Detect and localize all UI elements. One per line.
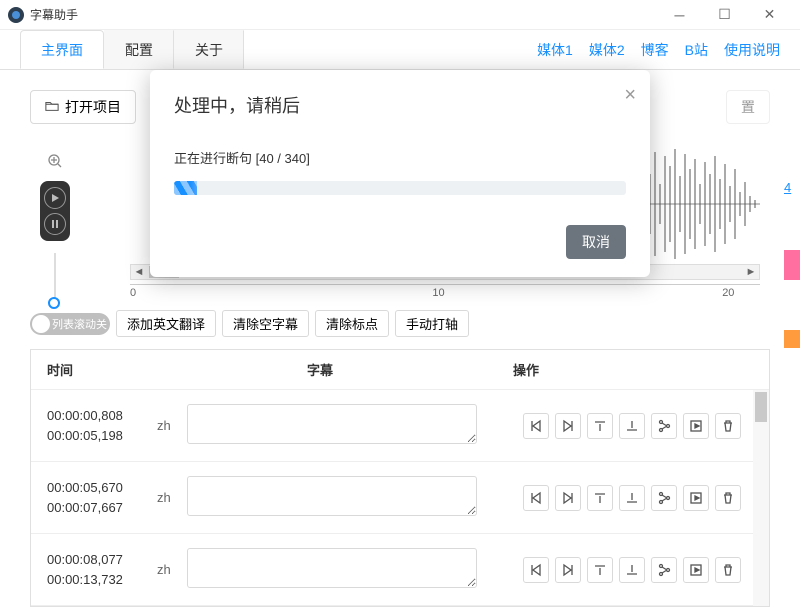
subtitle-input[interactable] [187, 476, 477, 516]
app-icon [8, 7, 24, 23]
link-manual[interactable]: 使用说明 [724, 40, 780, 60]
open-project-button[interactable]: 打开项目 [30, 90, 136, 124]
split-button[interactable] [651, 485, 677, 511]
progress-bar [174, 181, 626, 195]
column-header-time: 时间 [47, 360, 187, 379]
subtitle-input[interactable] [187, 404, 477, 444]
modal-status-text: 正在进行断句 [40 / 340] [174, 148, 626, 167]
table-scrollbar[interactable] [753, 390, 769, 606]
skip-back-button[interactable] [523, 557, 549, 583]
window-title: 字幕助手 [30, 6, 78, 23]
row-lang: zh [157, 418, 187, 433]
obscured-button[interactable]: 置 [726, 90, 770, 124]
zoom-slider-knob[interactable] [48, 297, 60, 309]
row-lang: zh [157, 562, 187, 577]
play-button[interactable] [683, 485, 709, 511]
link-blog[interactable]: 博客 [641, 40, 669, 60]
skip-back-button[interactable] [523, 485, 549, 511]
table-row: 00:00:00,80800:00:05,198zh [31, 390, 769, 462]
tab-about[interactable]: 关于 [174, 30, 244, 69]
close-button[interactable]: ✕ [747, 0, 792, 30]
link-media2[interactable]: 媒体2 [589, 40, 625, 60]
modal-close-button[interactable]: × [624, 84, 636, 107]
play-button[interactable] [683, 413, 709, 439]
clear-punctuation-button[interactable]: 清除标点 [315, 310, 389, 337]
play-button[interactable] [44, 187, 66, 209]
ruler-tick: 10 [432, 287, 444, 299]
subtitle-input[interactable] [187, 548, 477, 588]
progress-fill [174, 181, 197, 195]
open-project-label: 打开项目 [65, 97, 121, 117]
minimize-button[interactable]: ─ [657, 0, 702, 30]
list-scroll-toggle[interactable]: 列表滚动关 [30, 313, 110, 335]
row-time: 00:00:08,07700:00:13,732 [47, 550, 157, 589]
scroll-left-icon[interactable]: ◄ [131, 266, 147, 278]
toggle-label: 列表滚动关 [52, 316, 107, 332]
skip-back-button[interactable] [523, 413, 549, 439]
align-bottom-button[interactable] [619, 485, 645, 511]
zoom-in-icon[interactable] [48, 154, 62, 173]
link-bilibili[interactable]: B站 [685, 40, 708, 60]
maximize-button[interactable]: ☐ [702, 0, 747, 30]
align-top-button[interactable] [587, 557, 613, 583]
add-english-translation-button[interactable]: 添加英文翻译 [116, 310, 216, 337]
column-header-subtitle: 字幕 [187, 360, 513, 379]
link-media1[interactable]: 媒体1 [537, 40, 573, 60]
manual-timing-button[interactable]: 手动打轴 [395, 310, 469, 337]
align-top-button[interactable] [587, 485, 613, 511]
skip-forward-button[interactable] [555, 557, 581, 583]
split-button[interactable] [651, 413, 677, 439]
modal-title: 处理中，请稍后 [174, 92, 626, 118]
zoom-slider[interactable] [54, 253, 56, 303]
table-row: 00:00:05,67000:00:07,667zh [31, 462, 769, 534]
scroll-right-icon[interactable]: ► [743, 266, 759, 278]
table-scrollbar-thumb[interactable] [755, 392, 767, 422]
align-top-button[interactable] [587, 413, 613, 439]
align-bottom-button[interactable] [619, 413, 645, 439]
skip-forward-button[interactable] [555, 413, 581, 439]
ruler-tick: 0 [130, 287, 136, 299]
row-time: 00:00:00,80800:00:05,198 [47, 406, 157, 445]
play-button[interactable] [683, 557, 709, 583]
time-ruler: 0 10 20 [130, 284, 760, 304]
clear-empty-subtitles-button[interactable]: 清除空字幕 [222, 310, 309, 337]
processing-modal: × 处理中，请稍后 正在进行断句 [40 / 340] 取消 [150, 70, 650, 277]
folder-open-icon [45, 99, 59, 116]
split-button[interactable] [651, 557, 677, 583]
tab-config[interactable]: 配置 [104, 30, 174, 69]
delete-button[interactable] [715, 557, 741, 583]
row-lang: zh [157, 490, 187, 505]
cancel-button[interactable]: 取消 [566, 225, 626, 259]
column-header-ops: 操作 [513, 360, 753, 379]
table-row: 00:00:08,07700:00:13,732zh [31, 534, 769, 606]
align-bottom-button[interactable] [619, 557, 645, 583]
ruler-tick: 20 [722, 287, 734, 299]
tab-main[interactable]: 主界面 [20, 30, 104, 69]
row-time: 00:00:05,67000:00:07,667 [47, 478, 157, 517]
delete-button[interactable] [715, 413, 741, 439]
skip-forward-button[interactable] [555, 485, 581, 511]
pause-button[interactable] [44, 213, 66, 235]
delete-button[interactable] [715, 485, 741, 511]
background-fragments: 4 [784, 180, 800, 348]
